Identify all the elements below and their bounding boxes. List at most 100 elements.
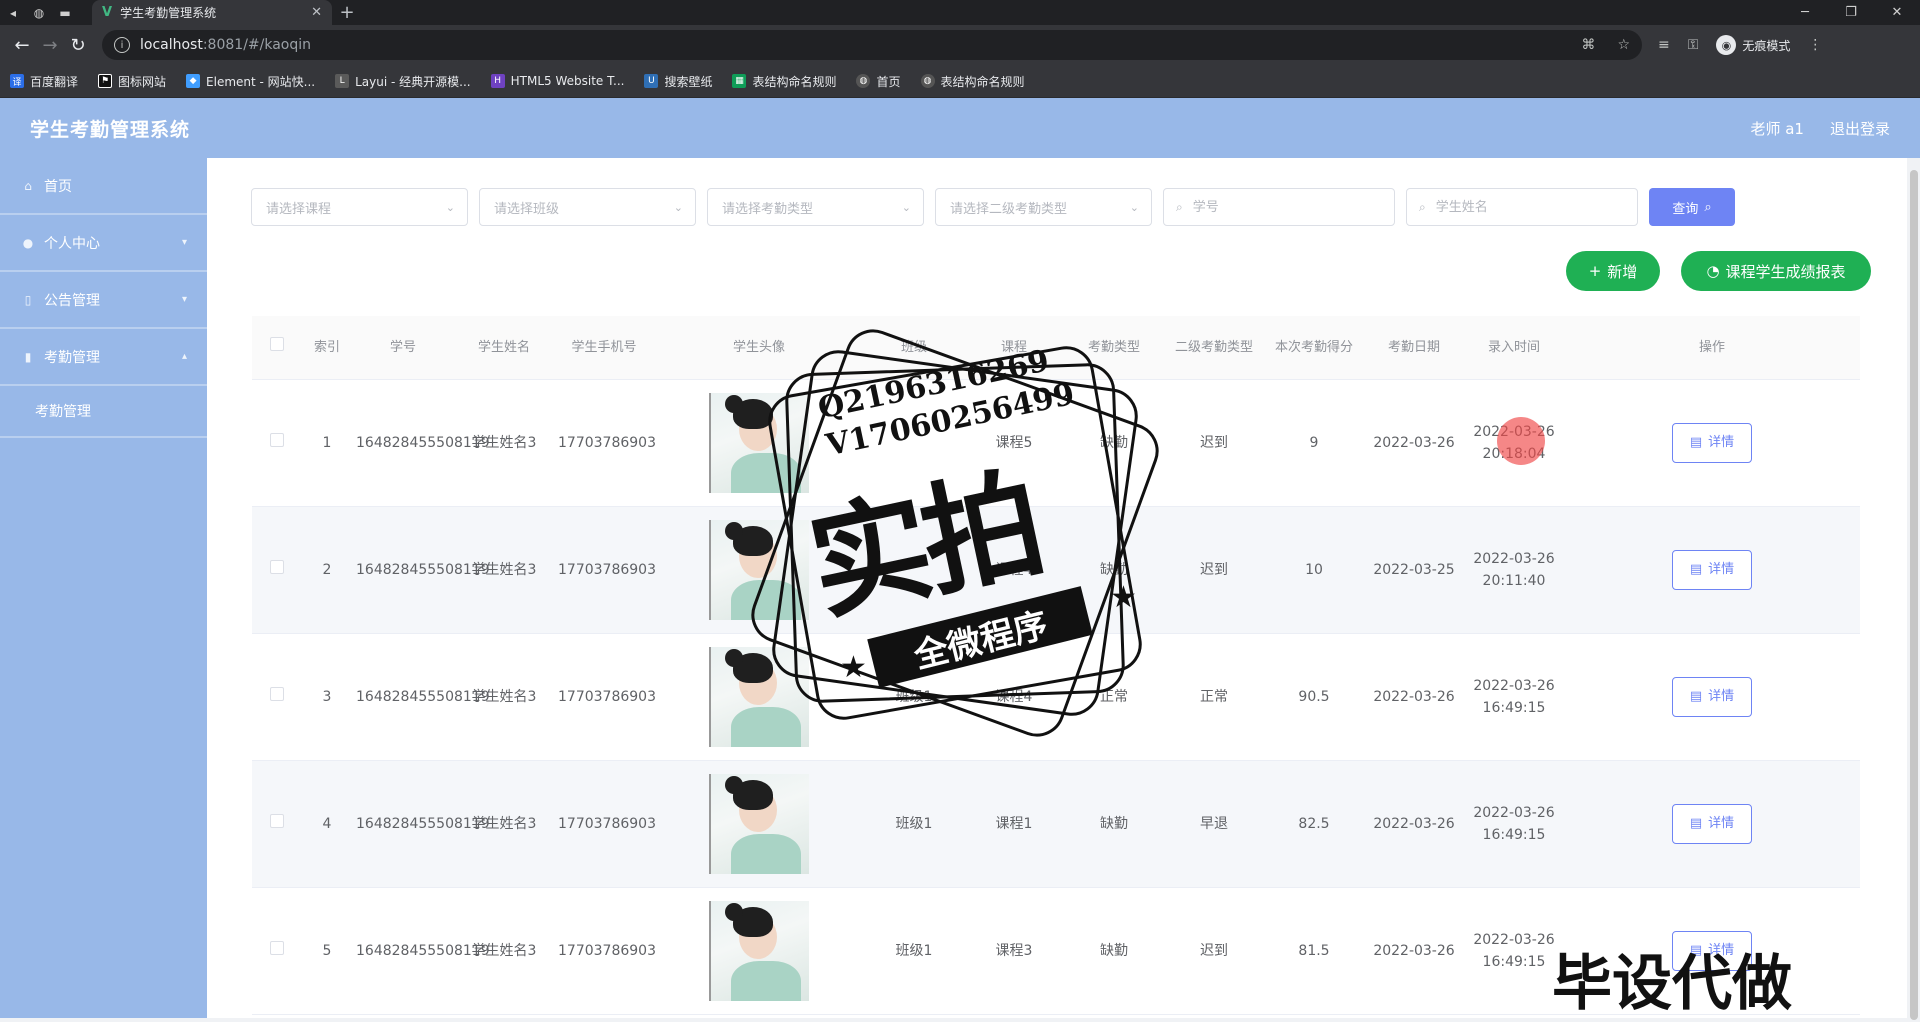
- detail-button[interactable]: ▤ 详情: [1672, 677, 1752, 717]
- vue-logo-icon: V: [102, 5, 113, 20]
- bookmark-item[interactable]: ⚑ 图标网站: [98, 73, 166, 90]
- student-no-input[interactable]: [1190, 198, 1371, 216]
- document-icon: ▤: [1689, 562, 1703, 577]
- new-tab-icon[interactable]: +: [332, 2, 362, 23]
- detail-button[interactable]: ▤ 详情: [1672, 804, 1752, 844]
- globe-bookmark-icon: ◍: [856, 74, 871, 88]
- bookmark-item[interactable]: ◍ 表结构命名规则: [920, 73, 1025, 90]
- logout-link[interactable]: 退出登录: [1830, 118, 1890, 139]
- document-icon: ▤: [1689, 816, 1703, 831]
- chevron-down-icon: ▾: [181, 294, 187, 305]
- browser-toolbar: ← → ↻ i localhost:8081/#/kaoqin ⌘ ☆ ≡ ⚿ …: [0, 25, 1920, 65]
- row-checkbox[interactable]: [252, 559, 302, 581]
- class-select[interactable]: 请选择班级 ⌄: [479, 188, 696, 226]
- bookmarks-bar: 译百度翻译 ⚑ 图标网站 ◆ Element - 网站快... L Layui - 经…: [0, 65, 1920, 98]
- sidebar-item-notices[interactable]: ▯ 公告管理 ▾: [0, 272, 207, 329]
- globe-icon[interactable]: ◍: [26, 0, 52, 25]
- browser-tab[interactable]: V 学生考勤管理系统 ✕: [92, 0, 332, 25]
- translate-icon[interactable]: ⌘: [1581, 37, 1595, 53]
- plus-icon: +: [1588, 262, 1602, 280]
- bookmark-item[interactable]: ▦ 表结构命名规则: [732, 73, 836, 90]
- tab-title: 学生考勤管理系统: [120, 6, 217, 20]
- document-icon: ▤: [1689, 689, 1703, 704]
- back-icon[interactable]: ←: [8, 35, 36, 56]
- document-icon: ▤: [1689, 435, 1703, 450]
- sidebar-item-label: 个人中心: [44, 235, 100, 252]
- chevron-down-icon: ⌄: [901, 200, 911, 214]
- speaker-icon[interactable]: ◂: [0, 0, 26, 25]
- bookmark-item[interactable]: U 搜索壁纸: [644, 73, 712, 90]
- attendance-type-select[interactable]: 请选择考勤类型 ⌄: [707, 188, 924, 226]
- search-icon: ⌕: [1704, 199, 1712, 214]
- app-title: 学生考勤管理系统: [30, 118, 191, 141]
- sidebar-item-attendance[interactable]: ▮ 考勤管理 ▴: [0, 329, 207, 386]
- restore-icon[interactable]: ❐: [1828, 5, 1874, 20]
- student-no-field[interactable]: ⌕: [1163, 188, 1395, 226]
- pie-chart-icon: ◔: [1706, 262, 1720, 280]
- add-button[interactable]: + 新增: [1566, 251, 1660, 291]
- info-icon[interactable]: i: [114, 37, 130, 53]
- row-checkbox[interactable]: [252, 686, 302, 708]
- translate-bookmark-icon: 译: [10, 74, 24, 88]
- sidebar-item-label: 公告管理: [44, 292, 100, 309]
- forward-icon[interactable]: →: [36, 35, 64, 56]
- bookmark-item[interactable]: ◆ Element - 网站快...: [186, 73, 315, 90]
- header-score: 本次考勤得分: [1274, 339, 1353, 355]
- search-icon: ⌕: [1176, 199, 1183, 214]
- header-time: 录入时间: [1487, 339, 1540, 355]
- student-name-field[interactable]: ⌕: [1406, 188, 1638, 226]
- detail-button[interactable]: ▤ 详情: [1672, 550, 1752, 590]
- filter-bar: 请选择课程 ⌄ 请选择班级 ⌄ 请选择考勤类型 ⌄ 请选择二级考勤类型 ⌄ ⌕ …: [251, 188, 1735, 226]
- profile-label: 无痕模式: [1742, 38, 1791, 53]
- attendance-subtype-select[interactable]: 请选择二级考勤类型 ⌄: [935, 188, 1152, 226]
- page-scrollbar[interactable]: [1910, 170, 1918, 1020]
- app-header: 学生考勤管理系统 老师 a1 退出登录: [0, 98, 1920, 158]
- close-icon[interactable]: ✕: [311, 5, 322, 20]
- bookmark-item[interactable]: H HTML5 Website T...: [490, 74, 624, 88]
- menu-kebab-icon[interactable]: ⋮: [1808, 37, 1822, 53]
- key-icon[interactable]: ⚿: [1688, 37, 1699, 53]
- header-operation: 操作: [1698, 339, 1725, 355]
- element-logo-icon: ◆: [186, 74, 201, 88]
- reload-icon[interactable]: ↻: [64, 35, 92, 56]
- click-indicator: [1497, 417, 1545, 465]
- bookmark-item[interactable]: 译百度翻译: [10, 73, 78, 90]
- student-avatar: [709, 774, 809, 874]
- row-checkbox[interactable]: [252, 432, 302, 454]
- user-icon: ●: [22, 235, 34, 250]
- browser-tab-bar: ◂ ◍ ▬ V 学生考勤管理系统 ✕ + ─ ❐ ✕: [0, 0, 1920, 25]
- bookmark-item[interactable]: ◍ 首页: [856, 73, 901, 90]
- row-checkbox[interactable]: [252, 813, 302, 835]
- course-select[interactable]: 请选择课程 ⌄: [251, 188, 468, 226]
- select-all-checkbox[interactable]: [252, 336, 302, 359]
- incognito-profile[interactable]: ◉ 无痕模式: [1716, 35, 1790, 55]
- minimize-icon[interactable]: ─: [1782, 5, 1828, 20]
- query-button[interactable]: 查询 ⌕: [1649, 188, 1735, 226]
- sidebar-item-home[interactable]: ⌂ 首页: [0, 158, 207, 215]
- detail-button[interactable]: ▤ 详情: [1672, 423, 1752, 463]
- sidebar-subitem-attendance[interactable]: 考勤管理: [0, 386, 207, 438]
- bookmark-item[interactable]: L Layui - 经典开源模...: [335, 73, 471, 90]
- chevron-down-icon: ⌄: [673, 200, 683, 214]
- header-index: 索引: [313, 339, 340, 355]
- current-user: 老师 a1: [1750, 119, 1804, 138]
- url-host: localhost: [140, 37, 203, 53]
- bookmark-star-icon[interactable]: ☆: [1617, 37, 1630, 53]
- row-checkbox[interactable]: [252, 940, 302, 962]
- window-controls: ─ ❐ ✕: [1782, 5, 1920, 20]
- home-icon: ⌂: [24, 178, 32, 193]
- reading-list-icon[interactable]: ≡: [1658, 37, 1670, 53]
- close-window-icon[interactable]: ✕: [1874, 5, 1920, 20]
- window-icon[interactable]: ▬: [52, 0, 78, 25]
- table-row: 4 164828455508119 学生姓名3 17703786903 班级1 …: [252, 761, 1860, 888]
- star-icon: ★: [840, 650, 867, 685]
- sidebar-item-profile[interactable]: ● 个人中心 ▾: [0, 215, 207, 272]
- sidebar: ⌂ 首页 ● 个人中心 ▾ ▯ 公告管理 ▾ ▮ 考勤管理 ▴ 考勤管理: [0, 158, 207, 1018]
- sheet-icon: ▦: [732, 74, 747, 88]
- course-score-report-button[interactable]: ◔ 课程学生成绩报表: [1681, 251, 1871, 291]
- student-name-input[interactable]: [1433, 198, 1614, 216]
- sidebar-item-label: 考勤管理: [44, 349, 100, 366]
- address-bar[interactable]: i localhost:8081/#/kaoqin ⌘ ☆: [102, 30, 1642, 60]
- chevron-down-icon: ⌄: [1129, 200, 1139, 214]
- wallpaper-icon: U: [644, 74, 659, 88]
